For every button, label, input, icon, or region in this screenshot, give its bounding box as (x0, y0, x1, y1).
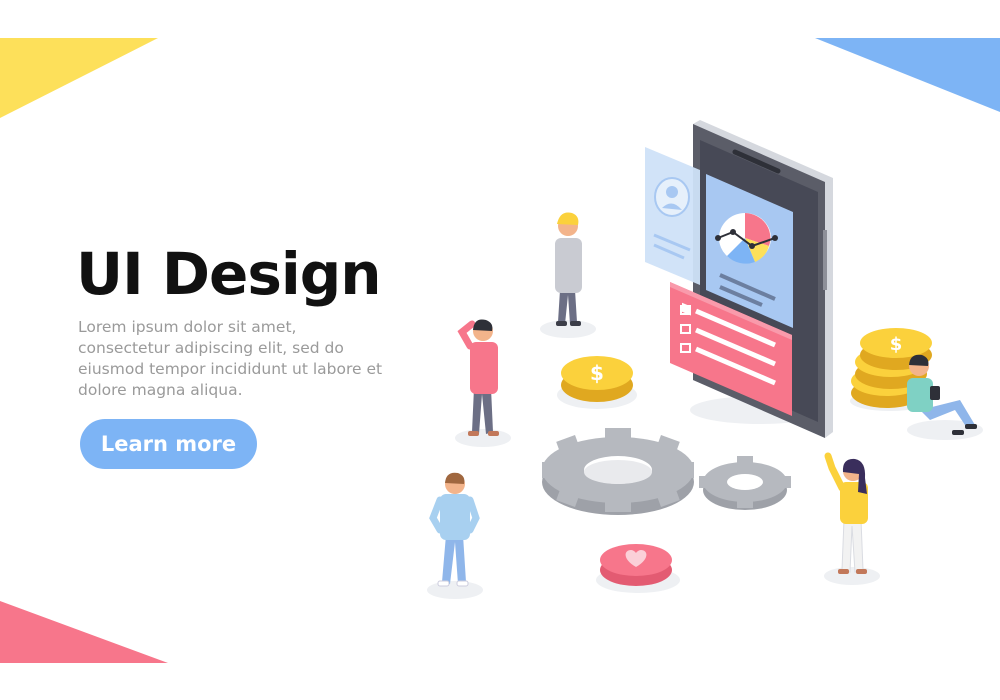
hero-title: UI Design (76, 240, 382, 308)
svg-text:$: $ (890, 334, 903, 355)
pink-corner-triangle (0, 601, 168, 663)
user-profile-card-icon (645, 147, 700, 285)
gear-small-icon (699, 456, 791, 510)
gear-large-icon (542, 428, 694, 515)
person-standing-top (540, 212, 596, 338)
person-sitting (907, 354, 983, 440)
learn-more-button[interactable]: Learn more (80, 419, 257, 469)
yellow-corner-triangle (0, 38, 158, 118)
person-waving (824, 452, 880, 585)
landing-hero: UI Design Lorem ipsum dolor sit amet, co… (0, 0, 1000, 700)
svg-text:$: $ (590, 361, 604, 385)
person-thinking (455, 319, 511, 447)
ui-design-illustration: $ $ (427, 120, 983, 599)
heart-button-icon (596, 544, 680, 593)
hero-description: Lorem ipsum dolor sit amet, consectetur … (78, 318, 383, 399)
dollar-coin-icon: $ (557, 356, 637, 409)
blue-corner-triangle (815, 38, 1000, 112)
person-looking-up (427, 472, 483, 599)
